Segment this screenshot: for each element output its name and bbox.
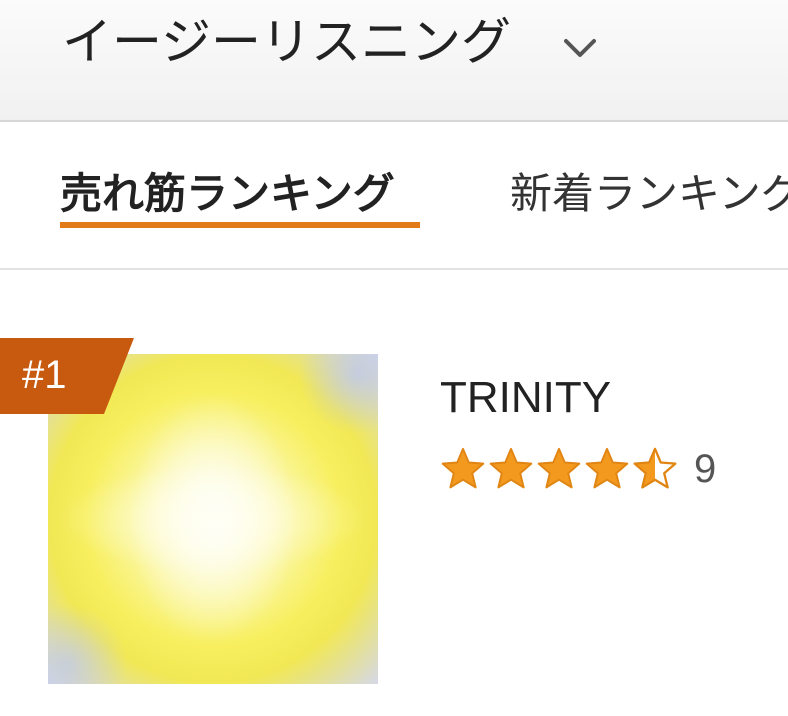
genre-title[interactable]: イージーリスニング [62, 10, 511, 74]
star-full-icon [489, 447, 533, 489]
genre-header: イージーリスニング [0, 0, 788, 122]
star-full-icon [537, 447, 581, 489]
star-full-icon [585, 447, 629, 489]
tab-bestseller-ranking[interactable]: 売れ筋ランキング [60, 166, 395, 222]
item-title[interactable]: TRINITY [440, 370, 611, 426]
tab-new-ranking[interactable]: 新着ランキング [510, 166, 788, 222]
star-full-icon [441, 447, 485, 489]
rank-badge [0, 338, 134, 414]
rank-label: #1 [22, 353, 67, 397]
rating-count: 9 [694, 447, 717, 491]
star-half-icon [633, 447, 677, 489]
star-rating: 9 [440, 444, 716, 494]
active-tab-indicator [60, 222, 420, 228]
chevron-down-icon[interactable] [560, 28, 600, 68]
ranking-list-item[interactable]: #1 TRINITY 9 [0, 338, 788, 698]
ranking-tabs: 売れ筋ランキング 新着ランキング [0, 122, 788, 270]
